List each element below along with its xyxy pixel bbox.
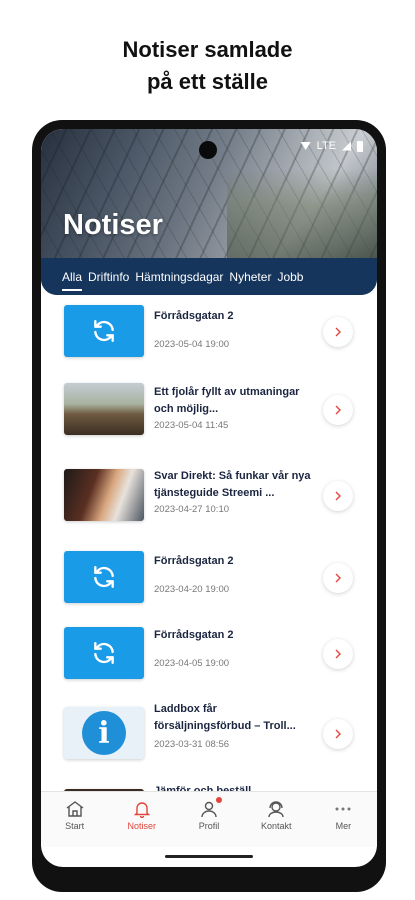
nav-label: Mer <box>335 821 352 831</box>
nav-label: Notiser <box>127 821 157 831</box>
item-title: Förrådsgatan 2 <box>154 310 234 322</box>
item-date: 2023-04-20 19:00 <box>154 584 230 595</box>
item-date: 2023-05-04 19:00 <box>154 339 230 350</box>
sync-icon <box>94 320 114 342</box>
nav-notiser[interactable]: Notiser <box>108 792 175 847</box>
list-item[interactable]: Förrådsgatan 2 2023-04-05 19:00 <box>41 625 377 685</box>
chevron-right-icon <box>335 649 341 659</box>
tab-hamtningsdagar[interactable]: Hämtningsdagar <box>135 268 223 286</box>
app-screen: Notiser Alla Driftinfo Hämtningsdagar Ny… <box>41 129 377 867</box>
item-title: Laddbox får försäljningsförbud – Troll..… <box>154 703 296 732</box>
tab-jobb[interactable]: Jobb <box>277 268 303 286</box>
front-camera <box>199 141 217 159</box>
list-item[interactable]: Ett fjolår fyllt av utmaningar och möjli… <box>41 381 377 441</box>
chevron-right-button[interactable] <box>323 719 353 749</box>
tab-alla[interactable]: Alla <box>62 268 83 291</box>
battery-icon <box>357 140 363 152</box>
bottom-navigation: Start Notiser Profil Kontakt Mer <box>41 791 377 847</box>
item-date: 2023-04-05 19:00 <box>154 658 230 669</box>
item-title: Jämför och beställ <box>154 785 252 791</box>
item-thumbnail <box>64 627 144 679</box>
nav-label: Profil <box>198 821 220 831</box>
notification-badge <box>216 797 222 803</box>
nav-mer[interactable]: Mer <box>310 792 377 847</box>
item-title: Ett fjolår fyllt av utmaningar och möjli… <box>154 386 300 415</box>
nav-kontakt[interactable]: Kontakt <box>243 792 310 847</box>
notification-list: Förrådsgatan 2 2023-05-04 19:00 Ett fjol… <box>41 295 377 791</box>
list-item[interactable]: i Laddbox får försäljningsförbud – Troll… <box>41 703 377 765</box>
chevron-right-icon <box>335 327 341 337</box>
promo-line-1: Notiser samlade <box>122 37 293 62</box>
item-thumbnail <box>64 383 144 435</box>
sync-icon <box>94 566 114 588</box>
nav-label: Kontakt <box>260 821 292 831</box>
nav-start[interactable]: Start <box>41 792 108 847</box>
list-item[interactable]: Förrådsgatan 2 2023-04-20 19:00 <box>41 549 377 609</box>
sync-icon <box>94 642 114 664</box>
support-icon <box>268 801 284 818</box>
nav-profil[interactable]: Profil <box>175 792 242 847</box>
chevron-right-button[interactable] <box>323 563 353 593</box>
tab-nyheter[interactable]: Nyheter <box>229 268 271 286</box>
item-title: Förrådsgatan 2 <box>154 629 234 641</box>
chevron-right-icon <box>335 573 341 583</box>
bell-icon <box>133 802 150 818</box>
user-icon <box>201 801 217 818</box>
more-icon <box>335 807 351 811</box>
item-date: 2023-04-27 10:10 <box>154 504 230 515</box>
home-indicator[interactable] <box>165 855 253 858</box>
item-date: 2023-05-04 11:45 <box>154 420 229 431</box>
tab-bar: Alla Driftinfo Hämtningsdagar Nyheter Jo… <box>41 258 377 295</box>
tab-driftinfo[interactable]: Driftinfo <box>88 268 129 286</box>
chevron-right-icon <box>335 405 341 415</box>
header-photo-trees <box>227 169 377 259</box>
home-icon <box>66 801 84 817</box>
chevron-right-button[interactable] <box>323 481 353 511</box>
signal-icon <box>342 141 351 151</box>
item-date: 2023-03-31 08:56 <box>154 739 230 750</box>
info-icon: i <box>82 711 126 755</box>
item-thumbnail <box>64 469 144 521</box>
phone-frame: Notiser Alla Driftinfo Hämtningsdagar Ny… <box>32 120 386 892</box>
page-title: Notiser <box>63 209 163 241</box>
chevron-right-icon <box>335 491 341 501</box>
item-thumbnail <box>64 551 144 603</box>
chevron-right-button[interactable] <box>323 395 353 425</box>
list-item[interactable]: Förrådsgatan 2 2023-05-04 19:00 <box>41 303 377 363</box>
chevron-right-button[interactable] <box>323 317 353 347</box>
chevron-right-icon <box>335 729 341 739</box>
promo-line-2: på ett ställe <box>146 69 269 94</box>
network-label: LTE <box>316 140 336 152</box>
list-item[interactable]: Jämför och beställ <box>41 775 377 791</box>
chevron-right-button[interactable] <box>323 639 353 669</box>
promo-heading: Notiser samlade på ett ställe <box>0 34 415 98</box>
wifi-icon <box>300 142 311 150</box>
item-title: Förrådsgatan 2 <box>154 555 234 567</box>
nav-label: Start <box>65 821 85 831</box>
list-item[interactable]: Svar Direkt: Så funkar vår nya tjänstegu… <box>41 467 377 527</box>
item-title: Svar Direkt: Så funkar vår nya tjänstegu… <box>154 470 311 499</box>
item-thumbnail: i <box>64 707 144 759</box>
item-thumbnail <box>64 305 144 357</box>
